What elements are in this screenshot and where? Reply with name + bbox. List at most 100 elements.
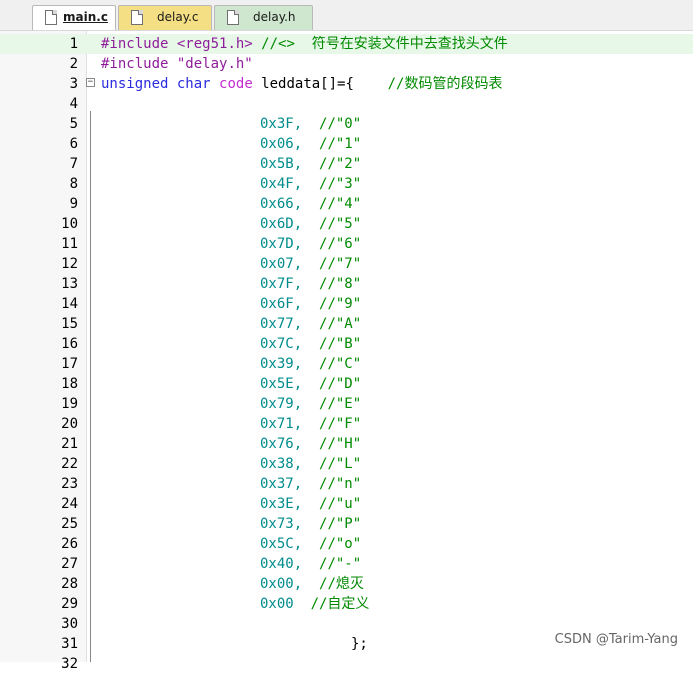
code-text: 0x40, //"-" [260,554,361,574]
tab-label: main.c [63,10,108,24]
hex-value: 0x38, [260,456,303,472]
code-text: unsigned char code leddata[]={ //数码管的段码表 [101,74,502,94]
line-number: 23 [61,476,78,492]
code-line-32[interactable]: 32 [0,654,693,674]
code-line-29[interactable]: 29 0x00 //自定义 [0,594,693,614]
code-comment: //数码管的段码表 [387,76,503,92]
tab-main-c[interactable]: main.c [32,5,116,30]
hex-value: 0x4F, [260,176,303,192]
code-comment: //"E" [319,396,362,412]
line-number: 8 [69,176,78,192]
line-number: 10 [61,216,78,232]
code-editor[interactable]: 1 #include <reg51.h> //<> 符号在安装文件中去查找头文件… [0,31,693,672]
tab-delay-c[interactable]: delay.c [118,5,212,30]
code-line-10[interactable]: 10 0x6D, //"5" [0,214,693,234]
hex-value: 0x73, [260,516,303,532]
line-number: 5 [69,116,78,132]
code-comment: //"7" [319,256,362,272]
code-line-24[interactable]: 24 0x3E, //"u" [0,494,693,514]
code-text: 0x6D, //"5" [260,214,361,234]
code-comment: //"1" [319,136,362,152]
code-line-18[interactable]: 18 0x5E, //"D" [0,374,693,394]
file-icon [227,10,239,25]
code-line-1[interactable]: 1 #include <reg51.h> //<> 符号在安装文件中去查找头文件 [0,34,693,54]
code-text: 0x06, //"1" [260,134,361,154]
line-number: 1 [69,36,78,52]
line-number: 16 [61,336,78,352]
code-line-21[interactable]: 21 0x76, //"H" [0,434,693,454]
code-line-4[interactable]: 4 [0,94,693,114]
code-line-9[interactable]: 9 0x66, //"4" [0,194,693,214]
code-line-25[interactable]: 25 0x73, //"P" [0,514,693,534]
hex-value: 0x5B, [260,156,303,172]
hex-value: 0x7D, [260,236,303,252]
line-number: 15 [61,316,78,332]
line-number: 20 [61,416,78,432]
code-line-26[interactable]: 26 0x5C, //"o" [0,534,693,554]
line-number: 9 [69,196,78,212]
line-number: 4 [69,96,78,112]
code-text: 0x76, //"H" [260,434,361,454]
code-line-17[interactable]: 17 0x39, //"C" [0,354,693,374]
preprocessor-directive: #include [101,56,169,72]
hex-value: 0x79, [260,396,303,412]
code-line-2[interactable]: 2 #include "delay.h" [0,54,693,74]
code-text: 0x07, //"7" [260,254,361,274]
hex-value: 0x37, [260,476,303,492]
fold-minus-icon[interactable]: − [86,78,95,87]
code-line-15[interactable]: 15 0x77, //"A" [0,314,693,334]
hex-value: 0x00 [260,596,294,612]
code-line-30[interactable]: 30 [0,614,693,634]
code-comment: //<> 符号在安装文件中去查找头文件 [261,36,508,52]
code-comment: //熄灭 [319,576,364,592]
code-line-22[interactable]: 22 0x38, //"L" [0,454,693,474]
line-number: 7 [69,156,78,172]
code-line-3[interactable]: 3 − unsigned char code leddata[]={ //数码管… [0,74,693,94]
line-number: 30 [61,616,78,632]
code-text: #include "delay.h" [101,54,253,74]
code-text: 0x73, //"P" [260,514,361,534]
code-comment: //"L" [319,456,362,472]
code-line-27[interactable]: 27 0x40, //"-" [0,554,693,574]
code-comment: //"4" [319,196,362,212]
code-line-16[interactable]: 16 0x7C, //"B" [0,334,693,354]
code-line-13[interactable]: 13 0x7F, //"8" [0,274,693,294]
code-line-11[interactable]: 11 0x7D, //"6" [0,234,693,254]
hex-value: 0x71, [260,416,303,432]
tab-delay-h[interactable]: delay.h [214,5,313,30]
code-comment: //"2" [319,156,362,172]
line-number: 28 [61,576,78,592]
declaration: leddata[]={ [252,76,354,92]
code-text: 0x37, //"n" [260,474,361,494]
code-line-6[interactable]: 6 0x06, //"1" [0,134,693,154]
code-line-28[interactable]: 28 0x00, //熄灭 [0,574,693,594]
line-number: 31 [61,636,78,652]
code-text: 0x3F, //"0" [260,114,361,134]
code-line-7[interactable]: 7 0x5B, //"2" [0,154,693,174]
file-icon [131,10,143,25]
code-line-8[interactable]: 8 0x4F, //"3" [0,174,693,194]
tab-label: delay.h [253,10,296,24]
code-text: 0x4F, //"3" [260,174,361,194]
hex-value: 0x77, [260,316,303,332]
line-number: 11 [61,236,78,252]
code-text: 0x66, //"4" [260,194,361,214]
code-comment: //"B" [319,336,362,352]
code-text: 0x38, //"L" [260,454,361,474]
code-line-19[interactable]: 19 0x79, //"E" [0,394,693,414]
line-number: 27 [61,556,78,572]
code-line-12[interactable]: 12 0x07, //"7" [0,254,693,274]
hex-value: 0x07, [260,256,303,272]
line-number: 25 [61,516,78,532]
code-text: }; [351,636,368,652]
line-number: 17 [61,356,78,372]
line-number: 13 [61,276,78,292]
code-text: 0x6F, //"9" [260,294,361,314]
code-comment: //"H" [319,436,362,452]
code-line-14[interactable]: 14 0x6F, //"9" [0,294,693,314]
code-line-23[interactable]: 23 0x37, //"n" [0,474,693,494]
code-line-5[interactable]: 5 0x3F, //"0" [0,114,693,134]
code-text: 0x3E, //"u" [260,494,361,514]
code-line-20[interactable]: 20 0x71, //"F" [0,414,693,434]
code-text: 0x7D, //"6" [260,234,361,254]
